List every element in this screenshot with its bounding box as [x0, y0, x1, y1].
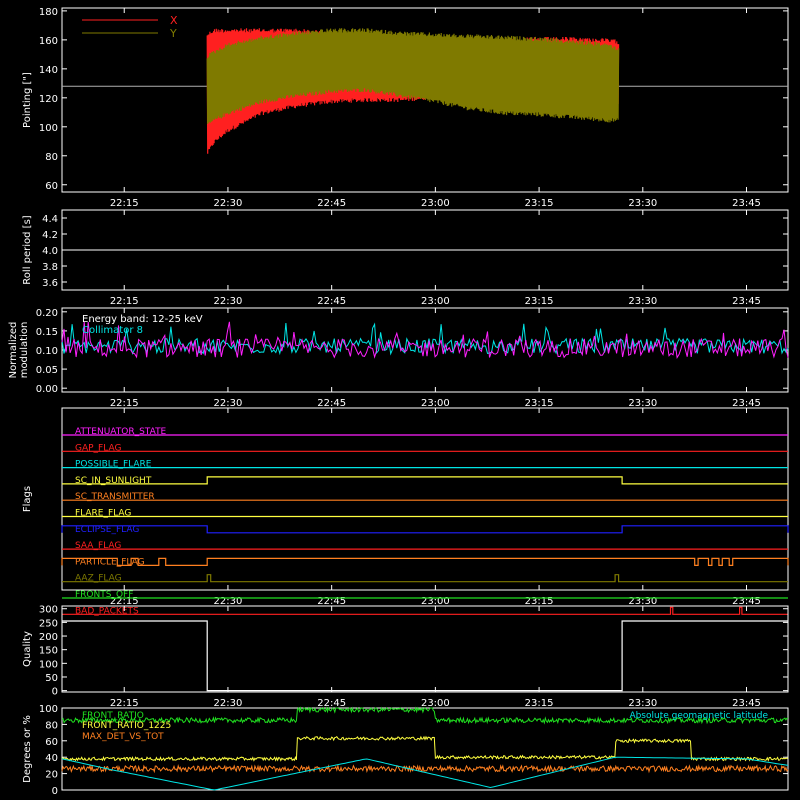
panel-4-ytick-label: 250 — [39, 618, 58, 629]
panel-2-xtick-label: 23:15 — [525, 398, 554, 409]
panel-2-xtick-label: 23:45 — [732, 398, 761, 409]
panel-1-xtick-label: 23:45 — [732, 296, 761, 307]
rhessi-summary-plots: 22:15 22:30 22:45 23:00 23:15 23:30 23:45 60 80 1… — [0, 0, 800, 800]
flag-particle-flag-label: PARTICLE_FLAG — [75, 557, 145, 567]
panel-0-ytick-label: 140 — [39, 65, 58, 76]
legend-label-x: X — [170, 14, 178, 27]
panel-2-ylabel-line2: modulation — [19, 322, 30, 379]
panel-1-ylabel: Roll period [s] — [22, 215, 33, 284]
panel-0-xtick-label: 23:00 — [421, 198, 450, 209]
panel-4-xtick-label: 23:15 — [525, 698, 554, 709]
panel-0-ytick-label: 180 — [39, 7, 58, 18]
panel-1-xtick-label: 22:45 — [317, 296, 346, 307]
panel-4-ytick-label: 0 — [52, 687, 58, 698]
panel-2-xtick-label: 23:00 — [421, 398, 450, 409]
panel-4-xtick-label: 23:45 — [732, 698, 761, 709]
flag-bad-packets-label: BAD_PACKETS — [75, 606, 139, 616]
flag-gap-flag-label: GAP_FLAG — [75, 443, 121, 453]
panel-5-ytick-label: 100 — [39, 704, 58, 715]
panel-4-ytick-label: 200 — [39, 632, 58, 643]
legend-front-ratio: FRONT_RATIO — [82, 711, 144, 721]
flag-saa-flag-label: SAA_FLAG — [75, 541, 121, 551]
legend-label-y: Y — [169, 27, 177, 40]
panel-0-ytick-label: 80 — [45, 152, 58, 163]
panel-4-ytick-label: 100 — [39, 659, 58, 670]
panel-5-ytick-label: 20 — [45, 770, 58, 781]
panel-0-xtick-label: 22:45 — [317, 198, 346, 209]
panel-0-ytick-label: 120 — [39, 94, 58, 105]
panel-1-xtick-label: 23:15 — [525, 296, 554, 307]
panel-1-ytick-label: 4.4 — [42, 214, 58, 225]
panel-4-xtick-label: 23:00 — [421, 698, 450, 709]
panel-5-ylabel: Degrees or % — [22, 715, 33, 783]
panel-4-xtick-label: 23:30 — [628, 698, 657, 709]
panel-2-ytick-label: 0.10 — [36, 346, 58, 357]
panel-0-ytick-label: 60 — [45, 181, 58, 192]
panel-1-ytick-label: 4.0 — [42, 246, 58, 257]
panel-2-xtick-label: 22:15 — [110, 398, 139, 409]
panel-1-ytick-label: 3.8 — [42, 262, 58, 273]
panel-4-ytick-label: 300 — [39, 605, 58, 616]
panel-5-ytick-label: 0 — [52, 786, 58, 797]
panel-0-xtick-label: 23:45 — [732, 198, 761, 209]
panel-2-xtick-label: 23:30 — [628, 398, 657, 409]
panel-2-xtick-label: 22:45 — [317, 398, 346, 409]
panel-2-ytick-label: 0.20 — [36, 308, 58, 319]
flag-flare-flag-label: FLARE_FLAG — [75, 509, 131, 519]
panel-1-xtick-label: 22:30 — [214, 296, 243, 307]
panel-0-ylabel: Pointing ["] — [22, 72, 33, 128]
legend-geomagnetic-latitude: Absolute geomagnetic latitude — [629, 711, 768, 721]
panel-0-xtick-label: 23:15 — [525, 198, 554, 209]
panel-2-ylabel-line1: Normalized — [8, 322, 19, 379]
panel-0-xtick-label: 22:15 — [110, 198, 139, 209]
flag-aaz-flag-label: AAZ_FLAG — [75, 574, 122, 584]
flag-possible-flare-label: POSSIBLE_FLARE — [75, 460, 152, 470]
flag-eclipse-flag-label: ECLIPSE_FLAG — [75, 525, 139, 535]
panel-1-ytick-label: 3.6 — [42, 278, 58, 289]
panel-0-ytick-label: 100 — [39, 123, 58, 134]
flag-fronts-off-label: FRONTS_OFF — [75, 590, 133, 600]
flag-sc-transmitter-label: SC_TRANSMITTER — [75, 492, 155, 502]
panel-1-ytick-label: 4.2 — [42, 230, 58, 241]
panel-0-ytick-label: 160 — [39, 36, 58, 47]
panel-4-xtick-label: 22:45 — [317, 698, 346, 709]
panel-4-ytick-label: 50 — [45, 673, 58, 684]
panel-5-ytick-label: 60 — [45, 737, 58, 748]
panel-1-xtick-label: 23:30 — [628, 296, 657, 307]
panel-0-xtick-label: 22:30 — [214, 198, 243, 209]
modulation-annotation-collimator: Collimator 8 — [82, 325, 143, 336]
panel-5-ytick-label: 40 — [45, 753, 58, 764]
panel-5-ytick-label: 80 — [45, 720, 58, 731]
panel-4-xtick-label: 22:30 — [214, 698, 243, 709]
panel-4-ylabel: Quality — [22, 631, 33, 667]
legend-max-det-vs-tot: MAX_DET_VS_TOT — [82, 732, 164, 742]
panel-4-ytick-label: 150 — [39, 646, 58, 657]
panel-3-ylabel: Flags — [22, 486, 33, 512]
panel-2-ytick-label: 0.00 — [36, 384, 58, 395]
modulation-annotation-energy: Energy band: 12-25 keV — [82, 314, 203, 325]
panel-1-xtick-label: 22:15 — [110, 296, 139, 307]
panel-0-xtick-label: 23:30 — [628, 198, 657, 209]
panel-2-ytick-label: 0.15 — [36, 327, 58, 338]
panel-4-xtick-label: 22:15 — [110, 698, 139, 709]
legend-front-ratio-1225: FRONT_RATIO_1225 — [82, 721, 171, 731]
flag-sc-in-sunlight-label: SC_IN_SUNLIGHT — [75, 476, 152, 486]
panel-1-xtick-label: 23:00 — [421, 296, 450, 307]
panel-2-xtick-label: 22:30 — [214, 398, 243, 409]
flag-attenuator-state-label: ATTENUATOR_STATE — [75, 427, 167, 437]
panel-2-ytick-label: 0.05 — [36, 365, 58, 376]
